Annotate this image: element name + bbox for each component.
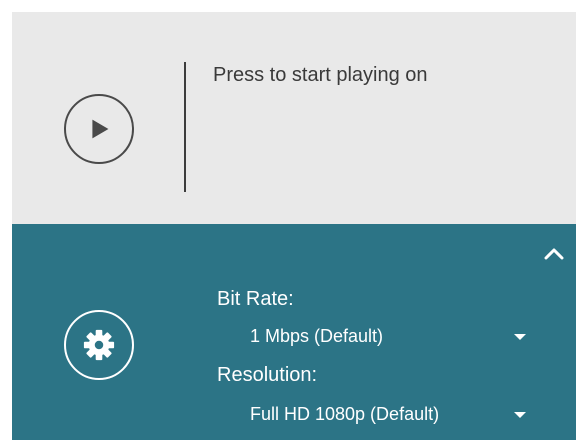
gear-icon [83, 329, 115, 361]
play-icon [92, 119, 109, 139]
play-button[interactable] [64, 94, 134, 164]
settings-icon-badge [64, 310, 134, 380]
divider [184, 62, 186, 192]
resolution-label: Resolution: [217, 364, 318, 386]
dropdown-arrow-icon [514, 334, 526, 340]
chevron-up-icon [544, 248, 564, 260]
bitrate-label: Bit Rate: [217, 288, 294, 310]
play-panel: Press to start playing on [12, 12, 576, 224]
dropdown-arrow-icon [514, 412, 526, 418]
collapse-button[interactable] [540, 244, 568, 264]
resolution-select[interactable]: Full HD 1080p (Default) [240, 400, 530, 430]
resolution-select-value: Full HD 1080p (Default) [250, 404, 440, 424]
bitrate-select-value: 1 Mbps (Default) [250, 326, 384, 346]
play-instruction-text: Press to start playing on [213, 64, 428, 86]
settings-panel: Bit Rate: 1 Mbps (Default) Resolution: F… [12, 224, 576, 440]
bitrate-select[interactable]: 1 Mbps (Default) [240, 322, 530, 352]
cast-controls: Press to start playing on Bit Rate: 1 Mb… [12, 12, 576, 440]
